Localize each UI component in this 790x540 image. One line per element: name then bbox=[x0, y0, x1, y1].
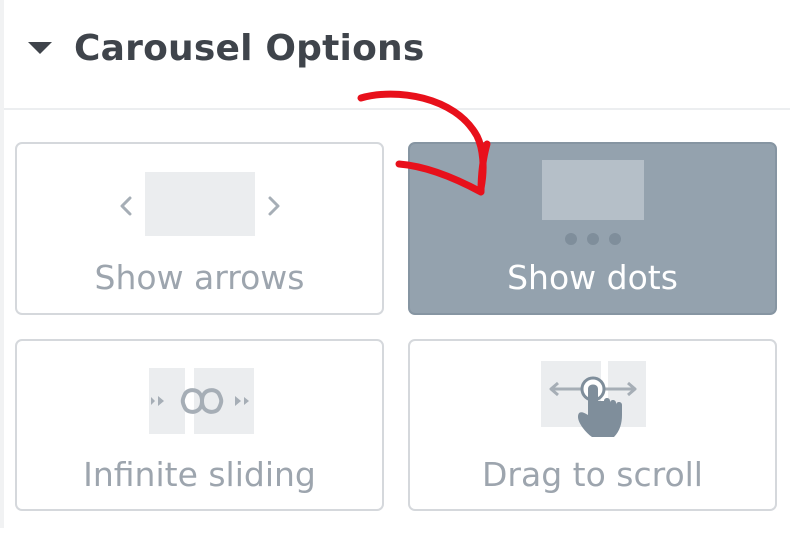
section-title: Carousel Options bbox=[74, 28, 425, 69]
infinity-icon bbox=[149, 368, 254, 434]
dots-slide-icon bbox=[542, 160, 644, 245]
option-label: Show dots bbox=[507, 258, 678, 297]
red-arrow-icon bbox=[357, 90, 491, 196]
option-label: Infinite sliding bbox=[83, 455, 316, 494]
option-show-arrows[interactable]: Show arrows bbox=[15, 142, 384, 315]
drag-hand-icon bbox=[541, 361, 646, 437]
panel-bottom bbox=[0, 528, 790, 540]
arrows-slide-icon bbox=[120, 172, 280, 236]
option-label: Drag to scroll bbox=[482, 455, 703, 494]
option-infinite-sliding[interactable]: Infinite sliding bbox=[15, 339, 384, 511]
option-label: Show arrows bbox=[94, 258, 305, 297]
caret-down-icon[interactable] bbox=[28, 42, 52, 54]
carousel-options-panel: Carousel Options Show arrows Show dots I… bbox=[0, 0, 790, 540]
option-drag-to-scroll[interactable]: Drag to scroll bbox=[408, 339, 777, 511]
